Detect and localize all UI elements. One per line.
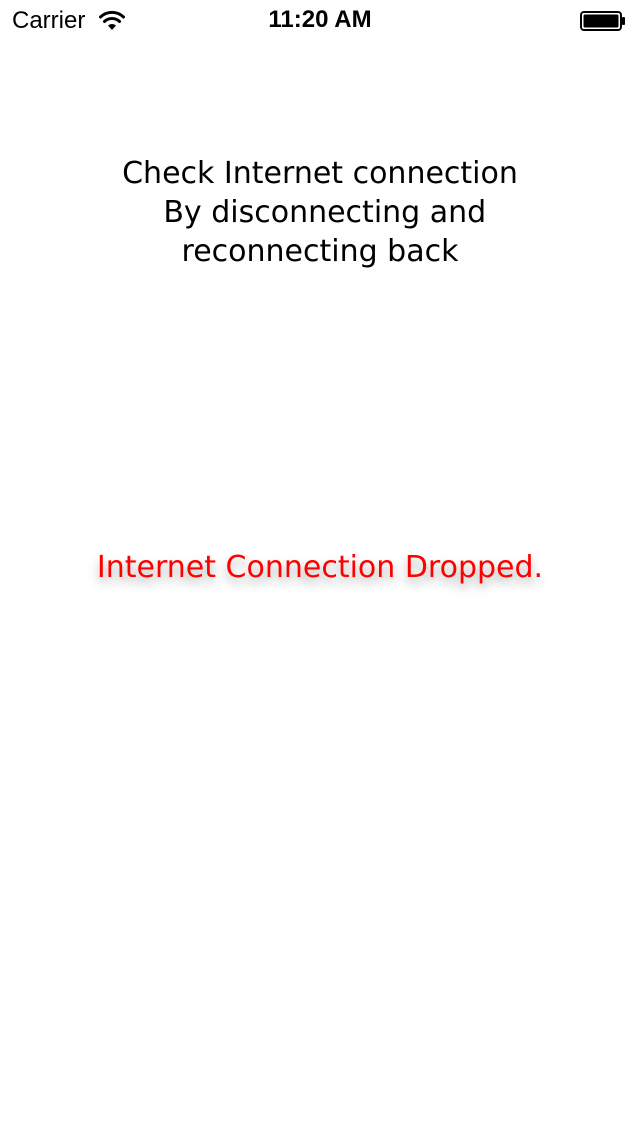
instruction-line-3: reconnecting back [181, 234, 459, 269]
battery-full-icon [580, 11, 625, 31]
status-time: 11:20 AM [268, 6, 372, 33]
instruction-text: Check Internet connection By disconnecti… [0, 154, 640, 271]
instruction-line-1: Check Internet connection [122, 156, 518, 191]
app-screen: Carrier 11:20 AM Check Internet connecti… [0, 0, 640, 1136]
connection-status-message: Internet Connection Dropped. [96, 550, 544, 585]
status-bar: Carrier 11:20 AM [0, 0, 640, 40]
instruction-line-2: By disconnecting and [153, 195, 487, 230]
